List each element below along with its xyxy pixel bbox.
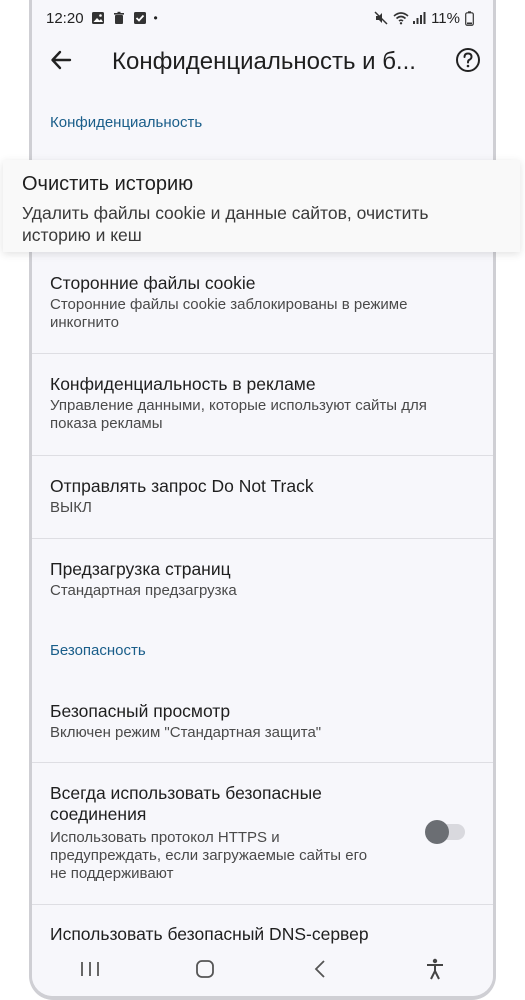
back-nav-button[interactable] bbox=[300, 951, 340, 991]
wifi-icon bbox=[393, 11, 409, 25]
phone-screen: 12:20 • 11% Конфиденциальность и б... Ко… bbox=[29, 0, 496, 1000]
back-button[interactable] bbox=[32, 36, 90, 88]
setting-title: Очистить историю bbox=[22, 173, 194, 195]
home-icon bbox=[195, 959, 215, 984]
divider bbox=[32, 538, 493, 539]
setting-subtitle: Стандартная предзагрузка bbox=[50, 582, 237, 599]
arrow-back-icon bbox=[50, 49, 72, 76]
home-button[interactable] bbox=[185, 951, 225, 991]
signal-icon bbox=[412, 11, 426, 25]
setting-title: Использовать безопасный DNS-сервер bbox=[50, 924, 369, 944]
app-bar: Конфиденциальность и б... bbox=[32, 36, 493, 88]
checkbox-icon bbox=[133, 11, 147, 25]
setting-title: Конфиденциальность в рекламе bbox=[50, 374, 316, 394]
divider bbox=[32, 455, 493, 456]
setting-title: Сторонние файлы cookie bbox=[50, 273, 256, 293]
status-bar: 12:20 • 11% bbox=[32, 0, 493, 36]
chevron-left-icon bbox=[313, 959, 327, 984]
section-header-security: Безопасность bbox=[50, 642, 146, 659]
help-icon bbox=[455, 47, 481, 78]
section-header-privacy: Конфиденциальность bbox=[50, 114, 203, 131]
status-time: 12:20 bbox=[46, 9, 84, 27]
setting-title: Отправлять запрос Do Not Track bbox=[50, 476, 314, 496]
setting-title: Безопасный просмотр bbox=[50, 701, 231, 721]
accessibility-icon bbox=[425, 958, 445, 985]
battery-percent: 11% bbox=[431, 9, 460, 27]
divider bbox=[32, 762, 493, 763]
setting-preload-pages[interactable]: Предзагрузка страниц Стандартная предзаг… bbox=[32, 559, 493, 600]
recent-apps-button[interactable] bbox=[70, 951, 110, 991]
setting-ad-privacy[interactable]: Конфиденциальность в рекламе Управление … bbox=[32, 374, 493, 433]
mute-icon bbox=[374, 11, 388, 25]
setting-safe-browsing[interactable]: Безопасный просмотр Включен режим "Станд… bbox=[32, 701, 493, 742]
divider bbox=[32, 904, 493, 905]
setting-title: Предзагрузка страниц bbox=[50, 559, 231, 579]
setting-third-party-cookies[interactable]: Сторонние файлы cookie Сторонние файлы c… bbox=[32, 273, 493, 332]
toggle-knob bbox=[425, 820, 449, 844]
setting-clear-history[interactable]: Очистить историю Удалить файлы cookie и … bbox=[3, 160, 520, 252]
setting-subtitle: ВЫКЛ bbox=[50, 499, 92, 516]
setting-title: Всегда использовать безопасные соединени… bbox=[50, 783, 322, 824]
setting-subtitle: Сторонние файлы cookie заблокированы в р… bbox=[50, 296, 408, 331]
page-title: Конфиденциальность и б... bbox=[112, 48, 416, 75]
https-toggle[interactable] bbox=[425, 820, 465, 844]
trash-icon bbox=[112, 11, 126, 25]
help-button[interactable] bbox=[453, 47, 483, 77]
battery-icon bbox=[465, 11, 479, 26]
setting-do-not-track[interactable]: Отправлять запрос Do Not Track ВЫКЛ bbox=[32, 476, 493, 517]
system-nav-bar bbox=[32, 946, 493, 996]
setting-subtitle: Удалить файлы cookie и данные сайтов, оч… bbox=[22, 203, 429, 245]
divider bbox=[32, 353, 493, 354]
setting-subtitle: Включен режим "Стандартная защита" bbox=[50, 724, 322, 741]
setting-subtitle: Управление данными, которые используют с… bbox=[50, 397, 427, 432]
notification-dot: • bbox=[153, 11, 158, 25]
setting-subtitle: Использовать протокол HTTPS и предупрежд… bbox=[50, 829, 368, 882]
recent-apps-icon bbox=[79, 960, 101, 983]
gallery-icon bbox=[91, 11, 105, 25]
setting-https-only[interactable]: Всегда использовать безопасные соединени… bbox=[32, 783, 493, 883]
setting-secure-dns[interactable]: Использовать безопасный DNS-сервер bbox=[32, 924, 493, 945]
accessibility-button[interactable] bbox=[415, 951, 455, 991]
